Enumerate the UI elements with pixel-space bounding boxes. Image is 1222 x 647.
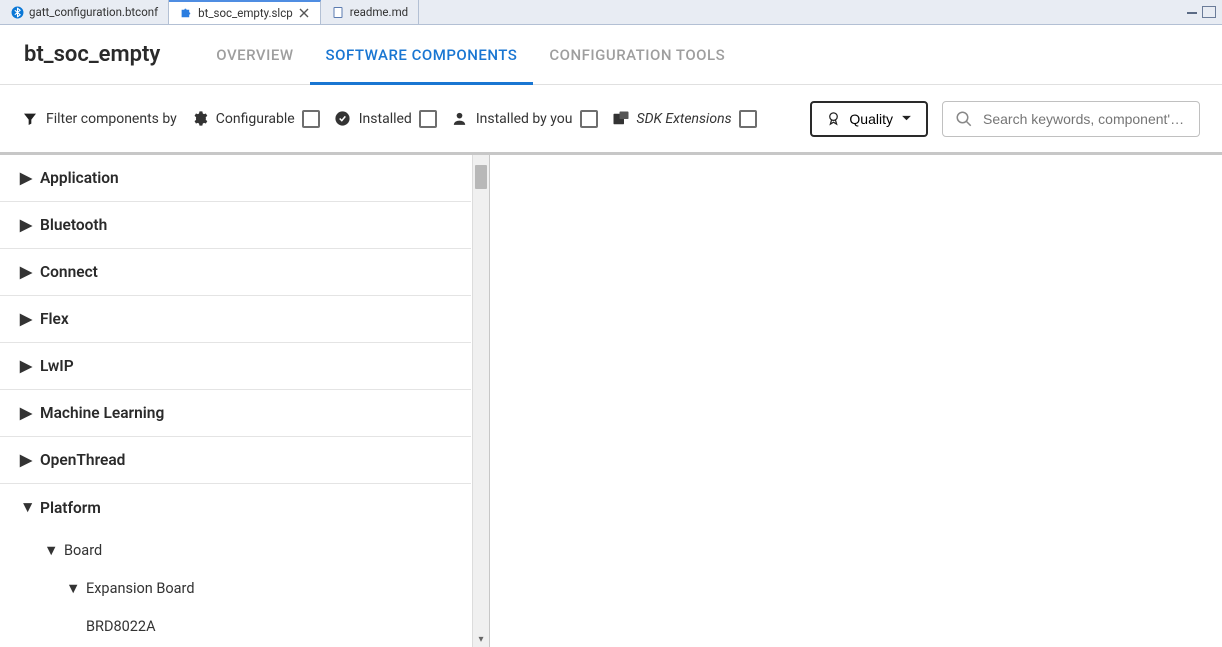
checkbox[interactable] [419,110,437,128]
header: bt_soc_empty OVERVIEW SOFTWARE COMPONENT… [0,25,1222,85]
main-tabs: OVERVIEW SOFTWARE COMPONENTS CONFIGURATI… [200,25,741,84]
tab-label: gatt_configuration.btconf [29,5,158,19]
tree-application[interactable]: ▶ Application [0,155,471,202]
maximize-button[interactable] [1202,6,1216,18]
filter-installed-by-you[interactable]: Installed by you [451,110,598,128]
chevron-down-icon: ▼ [66,580,80,597]
tab-label: readme.md [350,5,408,19]
component-tree-panel: ▶ Application ▶ Bluetooth ▶ Connect ▶ Fl… [0,155,490,647]
tree-label: Application [40,169,119,187]
tab-label: bt_soc_empty.slcp [198,6,293,20]
chevron-down-icon: ▼ [44,542,58,559]
filter-text: Configurable [216,111,295,127]
quality-button[interactable]: Quality [810,101,928,137]
filter-installed[interactable]: Installed [334,110,437,128]
chevron-right-icon: ▶ [20,357,34,375]
scroll-down-icon[interactable]: ▾ [473,631,489,647]
chevron-right-icon: ▶ [20,216,34,234]
tree-label: BRD8022A [86,618,156,635]
chevron-right-icon: ▶ [20,263,34,281]
tree-label: Platform [40,499,101,517]
checkbox[interactable] [739,110,757,128]
tree-label: Board [64,542,102,559]
chevron-down-icon [901,115,912,122]
chevron-right-icon: ▶ [20,310,34,328]
tree-label: OpenThread [40,451,125,469]
tree-flex[interactable]: ▶ Flex [0,296,471,343]
chevron-right-icon: ▶ [20,451,34,469]
editor-tab-readme[interactable]: readme.md [321,0,419,24]
filter-text: SDK Extensions [637,111,732,127]
chevron-right-icon: ▶ [20,404,34,422]
filter-label-text: Filter components by [46,111,177,127]
gear-icon [191,110,209,128]
tree-label: LwIP [40,357,74,375]
filter-configurable[interactable]: Configurable [191,110,320,128]
search-icon [955,110,973,128]
bluetooth-icon [10,5,24,19]
tree-label: Machine Learning [40,404,164,422]
puzzle-icon [179,6,193,20]
chevron-down-icon: ▼ [20,498,34,517]
tree-openthread[interactable]: ▶ OpenThread [0,437,471,484]
file-icon [331,5,345,19]
tree-expansion-board[interactable]: ▼ Expansion Board [0,569,471,607]
check-circle-icon [334,110,352,128]
award-icon [826,111,841,126]
tree-board[interactable]: ▼ Board [0,531,471,569]
detail-panel [490,155,1222,647]
search-field[interactable] [942,101,1200,137]
tree-label: Flex [40,310,69,328]
chevron-right-icon: ▶ [20,169,34,187]
tab-software-components[interactable]: SOFTWARE COMPONENTS [310,25,534,84]
tree-label: Bluetooth [40,216,107,234]
tree-lwip[interactable]: ▶ LwIP [0,343,471,390]
filter-bar: Filter components by Configurable Instal… [0,85,1222,155]
editor-tab-bar: gatt_configuration.btconf bt_soc_empty.s… [0,0,1222,25]
content: ▶ Application ▶ Bluetooth ▶ Connect ▶ Fl… [0,155,1222,647]
quality-label: Quality [849,111,893,127]
checkbox[interactable] [580,110,598,128]
tree-bluetooth[interactable]: ▶ Bluetooth [0,202,471,249]
tree-scroll: ▶ Application ▶ Bluetooth ▶ Connect ▶ Fl… [0,155,471,647]
filter-text: Installed by you [476,111,573,127]
search-input[interactable] [983,111,1187,127]
filter-label: Filter components by [22,111,177,127]
tree-connect[interactable]: ▶ Connect [0,249,471,296]
filter-sdk-extensions[interactable]: SDK Extensions [612,110,757,128]
checkbox[interactable] [302,110,320,128]
tab-configuration-tools[interactable]: CONFIGURATION TOOLS [533,25,741,84]
tree-platform[interactable]: ▼ Platform [0,484,471,531]
window-controls [1186,0,1222,24]
tree-machine-learning[interactable]: ▶ Machine Learning [0,390,471,437]
minimize-button[interactable] [1186,6,1200,18]
close-icon[interactable] [298,7,310,19]
tree-label: Expansion Board [86,580,195,597]
editor-tab-gatt[interactable]: gatt_configuration.btconf [0,0,169,24]
tab-overview[interactable]: OVERVIEW [200,25,309,84]
scrollbar-thumb[interactable] [475,165,487,189]
project-title: bt_soc_empty [0,42,200,67]
tree-brd8022a[interactable]: BRD8022A [0,607,471,645]
filter-text: Installed [359,111,412,127]
extensions-icon [612,110,630,128]
person-icon [451,110,469,128]
tree-label: Connect [40,263,98,281]
filter-icon [22,111,38,127]
editor-tab-slcp[interactable]: bt_soc_empty.slcp [169,0,321,24]
scrollbar[interactable]: ▾ [472,155,489,647]
